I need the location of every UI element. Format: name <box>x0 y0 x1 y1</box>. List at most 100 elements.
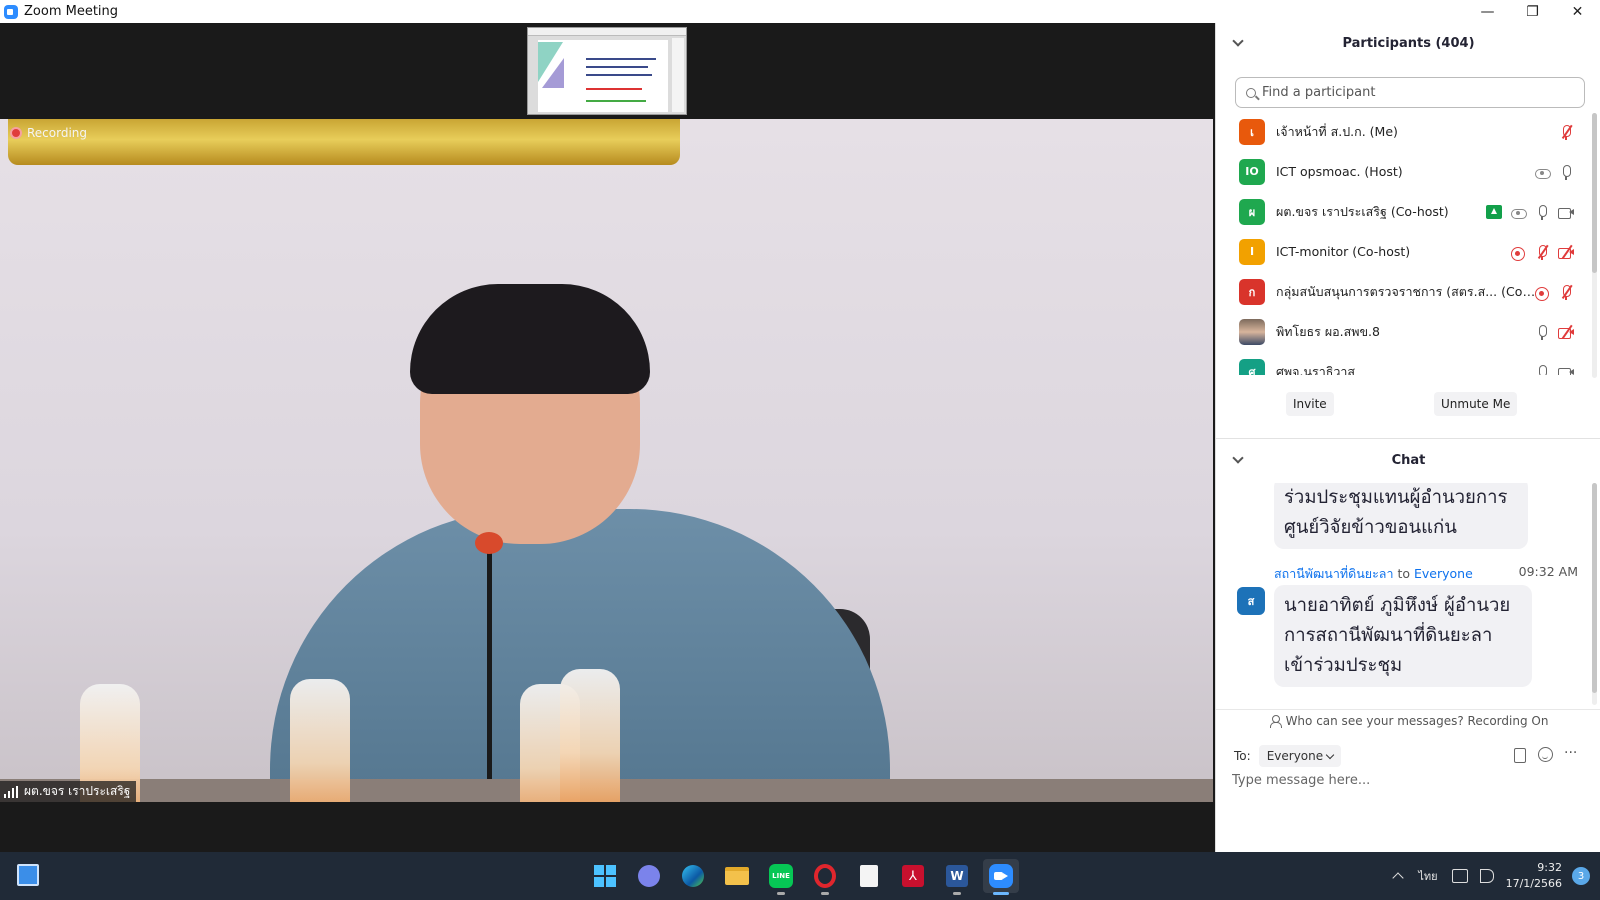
close-button[interactable]: ✕ <box>1555 0 1600 23</box>
document-icon <box>860 865 878 887</box>
windows-logo-icon <box>594 865 616 887</box>
mic-icon[interactable] <box>1558 164 1574 180</box>
running-indicator <box>993 892 1009 895</box>
taskbar: LINE ⅄ W ไทย 9:32 17/1/2566 3 <box>0 852 1600 900</box>
minimize-button[interactable]: — <box>1465 0 1510 23</box>
emoji-icon[interactable] <box>1538 747 1554 763</box>
participant-list-scrollbar[interactable] <box>1592 113 1597 378</box>
camera-off-icon[interactable] <box>1558 324 1574 340</box>
more-options-icon[interactable]: ··· <box>1564 746 1580 763</box>
edge-button[interactable] <box>675 859 711 893</box>
zoom-icon <box>989 864 1013 888</box>
speaker-name: ผต.ขจร เราประเสริฐ <box>24 784 131 798</box>
notepad-button[interactable] <box>851 859 887 893</box>
show-hidden-icons-chevron-icon[interactable] <box>1392 872 1405 884</box>
chat-messages: ร่วมประชุมแทนผู้อำนวยการศูนย์วิจัยข้าวขอ… <box>1216 483 1594 705</box>
slide-text-line <box>586 58 656 60</box>
participant-avatar: IO <box>1239 158 1265 185</box>
acrobat-button[interactable]: ⅄ <box>895 859 931 893</box>
mic-icon[interactable] <box>1534 364 1550 375</box>
word-icon: W <box>946 865 968 887</box>
chat-message-input[interactable] <box>1232 773 1582 788</box>
mic-icon[interactable] <box>1534 324 1550 340</box>
clock[interactable]: 9:32 17/1/2566 <box>1506 860 1562 892</box>
taskbar-apps: LINE ⅄ W <box>587 859 1019 895</box>
system-tray: ไทย 9:32 17/1/2566 3 <box>1392 852 1600 900</box>
line-app-button[interactable]: LINE <box>763 859 799 895</box>
widgets-icon[interactable] <box>17 864 39 886</box>
participant-search-input[interactable] <box>1262 85 1562 100</box>
participant-name: ICT-monitor (Co-host) <box>1276 244 1411 259</box>
participant-status-icons <box>1558 124 1574 140</box>
invite-button[interactable]: Invite <box>1286 392 1334 416</box>
window-controls: — ❐ ✕ <box>1465 0 1600 23</box>
notification-badge[interactable]: 3 <box>1572 867 1590 885</box>
participant-row[interactable]: เ เจ้าหน้าที่ ส.ป.ก. (Me) <box>1216 111 1596 152</box>
video-bottle <box>560 669 620 802</box>
camera-icon[interactable] <box>1558 204 1574 220</box>
participants-title: Participants (404) <box>1342 35 1475 51</box>
scrollbar-thumb[interactable] <box>1592 483 1597 693</box>
chat-recipient-row: To: Everyone <box>1234 745 1342 767</box>
unmute-me-button[interactable]: Unmute Me <box>1434 392 1518 416</box>
scrollbar-thumb[interactable] <box>1592 113 1597 273</box>
camera-off-icon[interactable] <box>1558 244 1574 260</box>
collapse-participants-chevron-icon[interactable] <box>1232 35 1244 47</box>
zoom-taskbar-button[interactable] <box>983 859 1019 895</box>
running-indicator <box>777 892 785 895</box>
participant-search[interactable] <box>1235 77 1585 108</box>
participant-row[interactable]: ศ ศพจ.นราธิวาส <box>1216 351 1596 375</box>
participant-status-icons <box>1534 324 1574 340</box>
participant-row[interactable]: ผ ผต.ขจร เราประเสริฐ (Co-host) <box>1216 191 1596 232</box>
participant-row[interactable]: I ICT-monitor (Co-host) <box>1216 231 1596 272</box>
collapse-chat-chevron-icon[interactable] <box>1232 452 1244 464</box>
participant-name: พิทโยธร ผอ.สพข.8 <box>1276 323 1380 339</box>
recording-indicator[interactable]: Recording <box>10 126 87 140</box>
language-indicator[interactable]: ไทย <box>1418 867 1437 885</box>
camera-icon[interactable] <box>1558 364 1574 375</box>
opera-button[interactable] <box>807 859 843 895</box>
screen-share-icon <box>1486 204 1502 219</box>
edge-icon <box>682 865 704 887</box>
volume-icon[interactable] <box>1479 869 1494 883</box>
participant-avatar: ก <box>1239 278 1265 305</box>
chat-visibility-notice[interactable]: Who can see your messages? Recording On <box>1216 709 1600 731</box>
file-icon[interactable] <box>1512 747 1528 763</box>
speaker-name-tag: ผต.ขจร เราประเสริฐ <box>0 781 137 802</box>
participant-row[interactable]: IO ICT opsmoac. (Host) <box>1216 151 1596 192</box>
panel-divider <box>1216 438 1600 439</box>
network-icon[interactable] <box>1451 869 1468 883</box>
search-icon <box>1246 87 1256 98</box>
chat-scrollbar[interactable] <box>1592 483 1597 705</box>
local-recording-icon <box>1510 244 1526 261</box>
participant-name: กลุ่มสนับสนุนการตรวจราชการ (สตร.ส... (Co… <box>1276 283 1536 299</box>
participant-name: ศพจ.นราธิวาส <box>1276 363 1356 376</box>
participant-row[interactable]: พิทโยธร ผอ.สพข.8 <box>1216 311 1596 352</box>
participant-row[interactable]: ก กลุ่มสนับสนุนการตรวจราชการ (สตร.ส... (… <box>1216 271 1596 312</box>
mic-muted-icon[interactable] <box>1558 124 1574 140</box>
chat-message-bubble[interactable]: ร่วมประชุมแทนผู้อำนวยการศูนย์วิจัยข้าวขอ… <box>1274 483 1528 549</box>
windows-start-button[interactable] <box>587 859 623 893</box>
restore-button[interactable]: ❐ <box>1510 0 1555 23</box>
chat-sender-avatar: ส <box>1237 587 1265 615</box>
recipient-dropdown[interactable]: Everyone <box>1258 745 1342 767</box>
mic-muted-icon[interactable] <box>1558 284 1574 300</box>
shared-screen-thumbnail[interactable] <box>527 27 687 115</box>
chat-recipient: Everyone <box>1414 566 1473 581</box>
chat-tools: ··· <box>1512 746 1580 763</box>
chat-message-bubble[interactable]: นายอาทิตย์ ภูมิหึงษ์ ผู้อำนวยการสถานีพัฒ… <box>1274 585 1532 687</box>
thumbnail-slide <box>538 40 668 112</box>
mic-muted-icon[interactable] <box>1534 244 1550 260</box>
teams-chat-button[interactable] <box>631 859 667 893</box>
participant-avatar: ผ <box>1239 198 1265 225</box>
slide-shape <box>542 58 564 88</box>
recording-dot-icon <box>10 127 22 139</box>
zoom-app-icon <box>4 4 18 19</box>
participant-status-icons <box>1534 164 1574 180</box>
file-explorer-button[interactable] <box>719 859 755 893</box>
word-button[interactable]: W <box>939 859 975 895</box>
cloud-recording-icon <box>1510 204 1527 220</box>
mic-icon[interactable] <box>1534 204 1550 220</box>
active-speaker-video[interactable] <box>0 119 1213 802</box>
chat-sender[interactable]: สถานีพัฒนาที่ดินยะลา <box>1274 566 1393 581</box>
